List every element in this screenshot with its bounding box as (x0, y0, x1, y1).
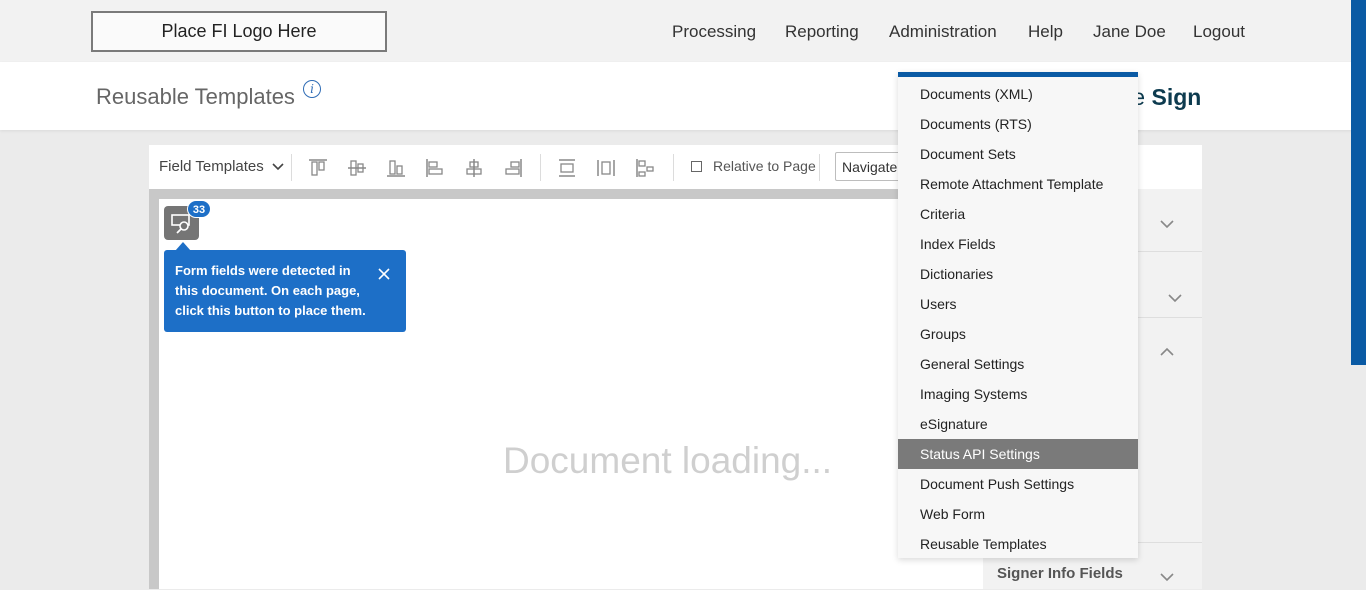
chevron-down-icon[interactable] (1168, 288, 1182, 303)
signer-info-fields-label: Signer Info Fields (997, 565, 1123, 582)
relative-to-page-checkbox[interactable] (691, 161, 702, 172)
logo-text: Place FI Logo Here (161, 21, 317, 41)
nav-help[interactable]: Help (1028, 22, 1063, 42)
toolbar-divider (291, 154, 292, 181)
nav-reporting[interactable]: Reporting (785, 22, 859, 42)
menu-item-document-push-settings[interactable]: Document Push Settings (898, 469, 1138, 499)
field-templates-label: Field Templates (159, 158, 264, 175)
menu-item-criteria[interactable]: Criteria (898, 199, 1138, 229)
menu-item-documents-xml[interactable]: Documents (XML) (898, 79, 1138, 109)
chevron-down-icon[interactable] (1160, 214, 1174, 229)
align-top-icon[interactable] (307, 157, 329, 179)
menu-item-imaging-systems[interactable]: Imaging Systems (898, 379, 1138, 409)
align-center-icon[interactable] (463, 157, 485, 179)
menu-item-status-api-settings[interactable]: Status API Settings (898, 439, 1138, 469)
chevron-up-icon[interactable] (1160, 342, 1174, 356)
fi-logo-placeholder[interactable]: Place FI Logo Here (91, 11, 387, 52)
menu-item-users[interactable]: Users (898, 289, 1138, 319)
align-right-icon[interactable] (502, 157, 524, 179)
align-bottom-icon[interactable] (385, 157, 407, 179)
toolbar-divider (673, 154, 674, 181)
grid-layout-icon[interactable] (634, 157, 656, 179)
menu-item-esignature[interactable]: eSignature (898, 409, 1138, 439)
align-middle-icon[interactable] (346, 157, 368, 179)
nav-processing[interactable]: Processing (672, 22, 756, 42)
menu-item-documents-rts[interactable]: Documents (RTS) (898, 109, 1138, 139)
menu-item-groups[interactable]: Groups (898, 319, 1138, 349)
distribute-vertical-icon[interactable] (556, 157, 578, 179)
menu-item-reusable-templates[interactable]: Reusable Templates (898, 529, 1138, 559)
page-title: Reusable Templates (96, 84, 295, 109)
menu-item-remote-attachment-template[interactable]: Remote Attachment Template (898, 169, 1138, 199)
menu-item-web-form[interactable]: Web Form (898, 499, 1138, 529)
relative-to-page-label: Relative to Page (713, 158, 816, 174)
menu-item-index-fields[interactable]: Index Fields (898, 229, 1138, 259)
document-loading-text: Document loading... (503, 440, 833, 481)
field-templates-dropdown[interactable]: Field Templates (159, 158, 284, 175)
distribute-horizontal-icon[interactable] (595, 157, 617, 179)
align-left-icon[interactable] (424, 157, 446, 179)
toolbar-divider (540, 154, 541, 181)
tooltip-text: Form fields were detected in this docume… (175, 263, 366, 318)
info-icon[interactable]: i (303, 80, 321, 98)
page-scrollbar-thumb[interactable] (1351, 0, 1366, 365)
chevron-down-icon (272, 163, 284, 171)
menu-item-general-settings[interactable]: General Settings (898, 349, 1138, 379)
nav-logout[interactable]: Logout (1193, 22, 1245, 42)
close-icon[interactable] (377, 266, 391, 280)
brand-bold: Sign (1151, 84, 1202, 110)
menu-item-dictionaries[interactable]: Dictionaries (898, 259, 1138, 289)
detected-count-badge: 33 (187, 200, 211, 218)
menu-item-document-sets[interactable]: Document Sets (898, 139, 1138, 169)
toolbar-divider (819, 154, 820, 181)
nav-user-name[interactable]: Jane Doe (1093, 22, 1166, 42)
nav-administration[interactable]: Administration (889, 22, 997, 42)
chevron-down-icon[interactable] (1160, 567, 1174, 582)
